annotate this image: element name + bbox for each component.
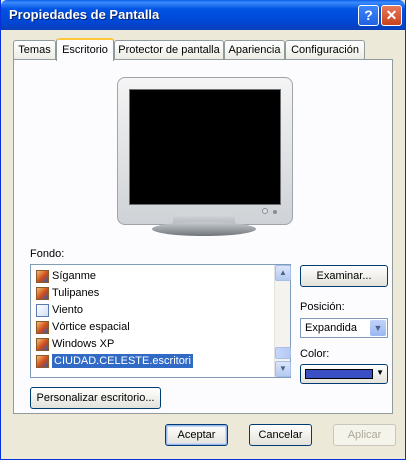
caret-down-icon: ▼ xyxy=(376,368,384,377)
image-file-icon xyxy=(36,338,49,351)
list-item[interactable]: Vórtice espacial xyxy=(34,319,274,336)
window-title: Propiedades de Pantalla xyxy=(9,7,160,22)
tab-protector-de-pantalla[interactable]: Protector de pantalla xyxy=(114,40,224,60)
monitor-preview xyxy=(117,77,293,225)
image-file-icon xyxy=(36,270,49,283)
image-file-icon xyxy=(36,287,49,300)
color-label: Color: xyxy=(300,348,330,360)
apply-button[interactable]: Aplicar xyxy=(333,424,396,446)
accept-button[interactable]: Aceptar xyxy=(165,424,228,446)
help-button[interactable]: ? xyxy=(358,5,379,26)
tab-escritorio[interactable]: Escritorio xyxy=(56,38,114,61)
list-item-selected[interactable]: CIUDAD.CELESTE.escritori xyxy=(34,353,274,370)
color-swatch xyxy=(305,369,373,379)
display-properties-window: Propiedades de Pantalla ? ✕ Temas Escrit… xyxy=(0,0,406,460)
monitor-light-icon xyxy=(273,210,277,214)
background-label: Fondo: xyxy=(30,248,65,260)
monitor-screen xyxy=(129,89,281,205)
list-item-label: Tulipanes xyxy=(52,287,100,299)
background-list[interactable]: Síganme Tulipanes Viento Vórtice espacia… xyxy=(30,264,291,378)
list-item-label: Síganme xyxy=(52,270,97,282)
list-scrollbar[interactable]: ▲ ▼ xyxy=(274,265,291,377)
image-file-icon xyxy=(36,321,49,334)
tab-configuracion[interactable]: Configuración xyxy=(285,40,365,60)
list-item-label: CIUDAD.CELESTE.escritori xyxy=(52,354,193,368)
power-button-icon xyxy=(262,208,268,214)
list-item-label: Vórtice espacial xyxy=(52,321,130,333)
cancel-button[interactable]: Cancelar xyxy=(249,424,312,446)
tab-temas[interactable]: Temas xyxy=(13,40,56,60)
title-bar[interactable]: Propiedades de Pantalla ? ✕ xyxy=(1,0,405,30)
browse-button[interactable]: Examinar... xyxy=(300,265,388,287)
chevron-down-icon[interactable]: ▼ xyxy=(370,320,386,336)
position-label: Posición: xyxy=(300,301,345,313)
list-item[interactable]: Windows XP xyxy=(34,336,274,353)
close-button[interactable]: ✕ xyxy=(381,5,402,26)
customize-desktop-button[interactable]: Personalizar escritorio... xyxy=(30,387,161,409)
scroll-up-icon[interactable]: ▲ xyxy=(275,265,291,281)
monitor-stand-base xyxy=(152,222,256,236)
scroll-down-icon[interactable]: ▼ xyxy=(275,361,291,377)
tab-apariencia[interactable]: Apariencia xyxy=(224,40,285,60)
list-item-label: Viento xyxy=(52,304,83,316)
position-select[interactable]: Expandida ▼ xyxy=(300,318,388,338)
image-file-icon xyxy=(36,355,49,368)
list-item-label: Windows XP xyxy=(52,338,115,350)
list-item[interactable]: Viento xyxy=(34,302,274,319)
list-item[interactable]: Tulipanes xyxy=(34,285,274,302)
color-picker-button[interactable]: ▼ xyxy=(300,364,388,384)
image-file-icon xyxy=(36,304,49,317)
scroll-thumb[interactable] xyxy=(275,347,291,359)
position-value: Expandida xyxy=(305,322,357,334)
list-item[interactable]: Síganme xyxy=(34,268,274,285)
